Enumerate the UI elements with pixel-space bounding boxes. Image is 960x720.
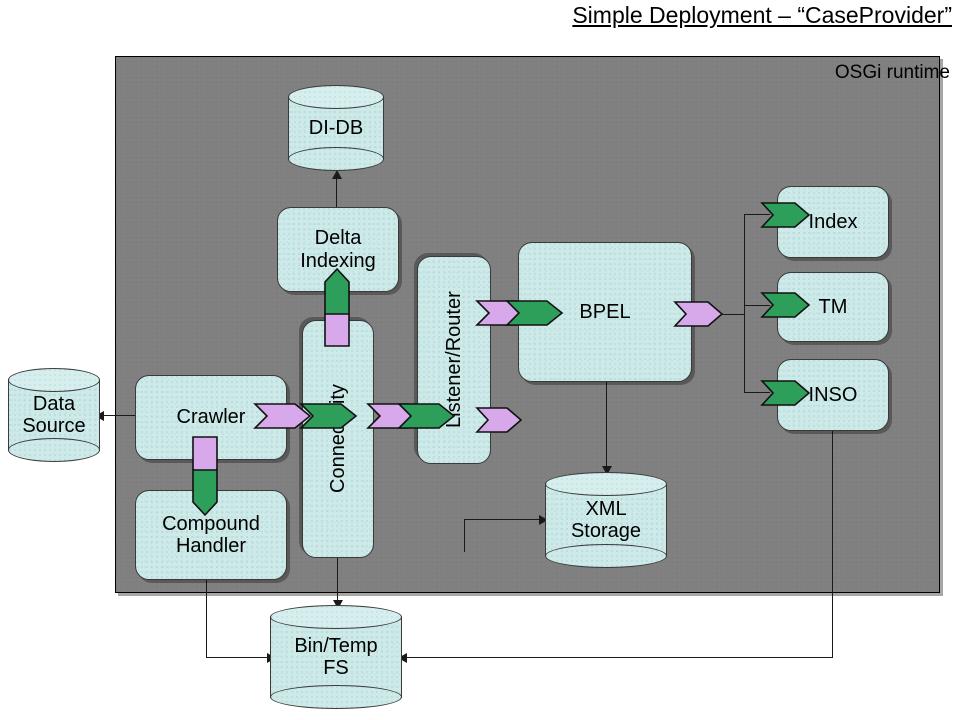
page-title: Simple Deployment – “CaseProvider” [572,2,952,28]
compound-handler-label-line2: Handler [175,535,247,557]
bintempfs-cylinder: Bin/Temp FS [270,605,405,712]
line-bpel-to-xmlstorage [606,381,607,469]
xmlstorage-label-line1: XML [585,497,627,520]
line-deltaindexing-to-didb [336,176,337,208]
line-crawler-to-datasource [101,415,138,416]
line-connectivity-to-bintempfs [337,556,338,604]
diagram-canvas: Simple Deployment – “CaseProvider” OSGi … [0,0,960,720]
required-interface-inso-icon [760,380,811,406]
xmlstorage-cylinder: XML Storage [545,472,670,571]
datasource-label: Data Source [8,368,100,462]
didb-cylinder: DI-DB [288,85,387,174]
provided-interface-listener-router-bottom-icon [475,407,523,433]
line-inso-bintempfs-vert [832,430,833,658]
line-compoundhandler-bintempfs-horiz [206,657,272,658]
bintempfs-label: Bin/Temp FS [270,605,402,709]
index-label: Index [808,210,858,233]
osgi-runtime-label: OSGi runtime [834,62,950,83]
bintempfs-label-line1: Bin/Temp [294,634,378,657]
required-interface-delta-indexing-icon [324,267,350,315]
connectivity-label: Connectivity [326,384,349,494]
datasource-cylinder: Data Source [8,368,103,465]
bintempfs-label-line2: FS [323,657,349,679]
delta-indexing-label-line1: Delta [314,227,362,250]
xmlstorage-label-line2: Storage [570,520,642,542]
line-connectivity-xmlstorage-horiz [464,519,544,520]
line-compoundhandler-bintempfs-vert [206,578,207,658]
bpel-label: BPEL [579,300,631,323]
datasource-label-line2: Source [22,415,86,437]
arrowhead-didb [332,170,342,179]
inso-label: INSO [808,383,858,406]
required-interface-tm-icon [760,292,811,318]
required-interface-listener-router-icon [397,403,456,429]
line-connectivity-xmlstorage-vert [464,519,465,552]
required-interface-bpel-icon [505,300,564,326]
crawler-label: Crawler [176,406,246,429]
tm-label: TM [818,295,848,318]
required-interface-index-icon [760,202,811,228]
component-connectivity[interactable]: Connectivity [302,320,374,558]
required-interface-connectivity-from-crawler-icon [299,403,358,429]
datasource-label-line1: Data [32,392,76,415]
line-bpel-fanout-trunk [744,214,745,392]
line-inso-bintempfs-horiz [404,657,833,658]
provided-interface-bpel-icon [673,301,724,327]
required-interface-compound-handler-icon [192,469,218,517]
didb-label: DI-DB [308,116,364,139]
xmlstorage-label: XML Storage [545,472,667,568]
